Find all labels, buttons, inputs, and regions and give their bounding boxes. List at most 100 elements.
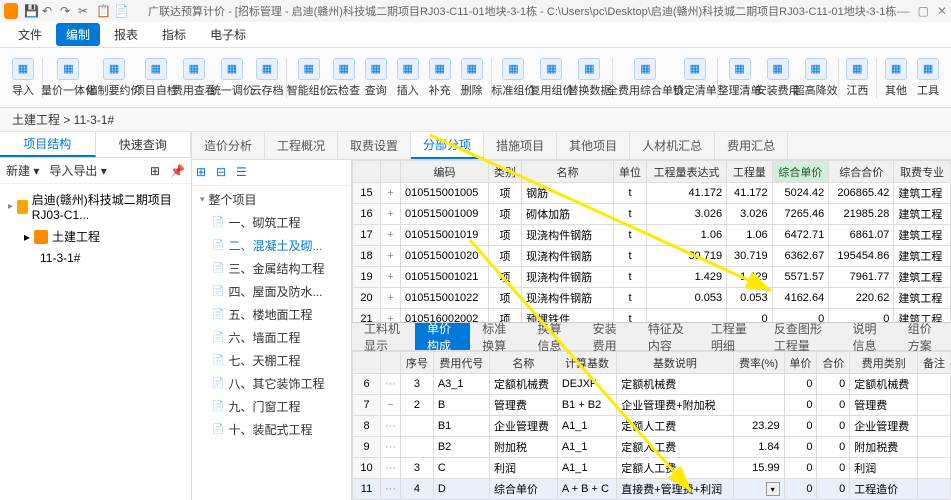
maximize-icon[interactable]: ▢ [918,4,929,18]
ribbon-11[interactable]: ▦补充 [425,56,455,100]
ribbon-23[interactable]: ▦工具 [913,56,943,100]
expand-icon[interactable]: + [381,267,401,288]
toptab-1[interactable]: 工程概况 [265,132,338,159]
ribbon-0[interactable]: ▦导入 [8,56,38,100]
bottab-0[interactable]: 工料机显示 [352,323,415,350]
bottom-row[interactable]: 10···3C利润A1_1定额人工费15.9900利润 [353,458,951,479]
bottab-3[interactable]: 换算信息 [525,323,580,350]
table-row[interactable]: 18+010515001020项现浇构件钢筋t30.71930.7196362.… [353,246,951,267]
paste-icon[interactable]: 📄 [114,4,128,18]
toptab-5[interactable]: 其他项目 [557,132,630,159]
tree-icon[interactable]: ··· [381,437,401,458]
copy-icon[interactable]: 📋 [96,4,110,18]
bottab-9[interactable]: 组价方案 [896,323,951,350]
menu-edit[interactable]: 编制 [56,23,100,46]
expand-icon[interactable]: + [381,288,401,309]
menu-report[interactable]: 报表 [104,23,148,46]
ribbon-13[interactable]: ▦标准组价 [495,56,531,100]
ribbon-7[interactable]: ▦智能组价 [291,56,327,100]
expand-icon[interactable]: + [381,204,401,225]
expand-icon[interactable]: + [381,183,401,204]
ribbon-6[interactable]: ▦云存档 [252,56,282,100]
tree-icon[interactable]: ··· [381,416,401,437]
bottab-7[interactable]: 反查图形工程量 [762,323,841,350]
expand-icon[interactable]: + [381,246,401,267]
tree-icon[interactable]: ··· [381,374,401,395]
midtree-item-9[interactable]: 十、装配式工程 [194,418,349,441]
midtree-item-6[interactable]: 七、天棚工程 [194,349,349,372]
tree-child2[interactable]: 11-3-1# [4,248,187,268]
ribbon-10[interactable]: ▦插入 [393,56,423,100]
bottab-5[interactable]: 特征及内容 [636,323,699,350]
bottom-row[interactable]: 11···4D综合单价A + B + C直接费+管理费+利润▾00工程造价 [353,479,951,500]
expand-icon[interactable]: + [381,225,401,246]
midtree-item-2[interactable]: 三、金属结构工程 [194,257,349,280]
new-button[interactable]: 新建 ▾ [6,162,39,179]
ribbon-18[interactable]: ▦整理清单 [722,56,758,100]
ribbon-3[interactable]: ▦项目自检 [138,56,174,100]
midtree-item-8[interactable]: 九、门窗工程 [194,395,349,418]
toptab-2[interactable]: 取费设置 [338,132,411,159]
ribbon-12[interactable]: ▦删除 [457,56,487,100]
ribbon-4[interactable]: ▦费用查看 [176,56,212,100]
close-icon[interactable]: ✕ [937,4,947,18]
bottom-row[interactable]: 9···B2附加税A1_1定额人工费1.8400附加税费 [353,437,951,458]
import-export-button[interactable]: 导入导出 ▾ [49,162,106,179]
midtree-root[interactable]: 整个项目 [194,188,349,211]
tab-quick-search[interactable]: 快速查询 [96,132,192,157]
ribbon-17[interactable]: ▦锁定清单 [677,56,713,100]
menu-index[interactable]: 指标 [152,23,196,46]
tree-icon[interactable]: − [381,395,401,416]
ribbon-8[interactable]: ▦云检查 [329,56,359,100]
table-row[interactable]: 15+010515001005项钢筋t41.17241.1725024.4220… [353,183,951,204]
table-row[interactable]: 20+010515001022项现浇构件钢筋t0.0530.0534162.64… [353,288,951,309]
pin-icon[interactable]: 📌 [170,164,185,178]
menu-file[interactable]: 文件 [8,23,52,46]
table-row[interactable]: 19+010515001021项现浇构件钢筋t1.4291.4295571.57… [353,267,951,288]
ribbon-22[interactable]: ▦其他 [881,56,911,100]
rate-dropdown[interactable]: ▾ [733,479,784,500]
ribbon-21[interactable]: ▦江西 [842,56,872,100]
ribbon-15[interactable]: ▦替换数据 [571,56,607,100]
toptab-4[interactable]: 措施项目 [484,132,557,159]
bottab-6[interactable]: 工程量明细 [699,323,762,350]
bottab-4[interactable]: 安装费用 [581,323,636,350]
ribbon-5[interactable]: ▦统一调价 [214,56,250,100]
tree-icon[interactable]: ··· [381,479,401,500]
tab-project-structure[interactable]: 项目结构 [0,132,96,157]
ribbon-1[interactable]: ▦量价一体化 [47,56,91,100]
collapse-icon[interactable]: ⊟ [216,165,232,181]
midtree-item-1[interactable]: 二、混凝土及砌... [194,234,349,257]
chevron-down-icon[interactable]: ▾ [766,482,780,496]
midtree-item-4[interactable]: 五、楼地面工程 [194,303,349,326]
bottom-row[interactable]: 8···B1企业管理费A1_1定额人工费23.2900企业管理费 [353,416,951,437]
midtree-item-3[interactable]: 四、屋面及防水... [194,280,349,303]
bottab-8[interactable]: 说明信息 [841,323,896,350]
bottom-row[interactable]: 7−2B管理费B1 + B2企业管理费+附加税00管理费 [353,395,951,416]
tree-root[interactable]: 启迪(赣州)科技城二期项目RJ03-C1... [4,188,187,225]
ribbon-16[interactable]: ▦全费用综合单价 [616,56,675,100]
cut-icon[interactable]: ✂ [78,4,92,18]
tree-child1[interactable]: ▸ 土建工程 [4,225,187,248]
toptab-6[interactable]: 人材机汇总 [630,132,715,159]
ribbon-20[interactable]: ▦超高降效 [798,56,834,100]
save-icon[interactable]: 💾 [24,4,38,18]
minimize-icon[interactable]: — [898,4,910,18]
toptab-7[interactable]: 费用汇总 [715,132,788,159]
bottab-2[interactable]: 标准换算 [470,323,525,350]
redo-icon[interactable]: ↷ [60,4,74,18]
undo-icon[interactable]: ↶ [42,4,56,18]
ribbon-2[interactable]: ▦编制要约价 [92,56,136,100]
tree-icon[interactable]: ··· [381,458,401,479]
hierarchy-icon[interactable]: ☰ [236,165,252,181]
midtree-item-0[interactable]: 一、砌筑工程 [194,211,349,234]
expand-icon[interactable]: ⊞ [196,165,212,181]
menu-etag[interactable]: 电子标 [200,23,256,46]
bottom-row[interactable]: 6···3A3_1定额机械费DEJXF定额机械费00定额机械费 [353,374,951,395]
bottab-1[interactable]: 单价构成 [415,323,470,350]
toptab-0[interactable]: 造价分析 [192,132,265,159]
multi-icon[interactable]: ⊞ [150,164,160,178]
toptab-3[interactable]: 分部分项 [411,132,484,159]
midtree-item-5[interactable]: 六、墙面工程 [194,326,349,349]
table-row[interactable]: 16+010515001009项砌体加筋t3.0263.0267265.4621… [353,204,951,225]
